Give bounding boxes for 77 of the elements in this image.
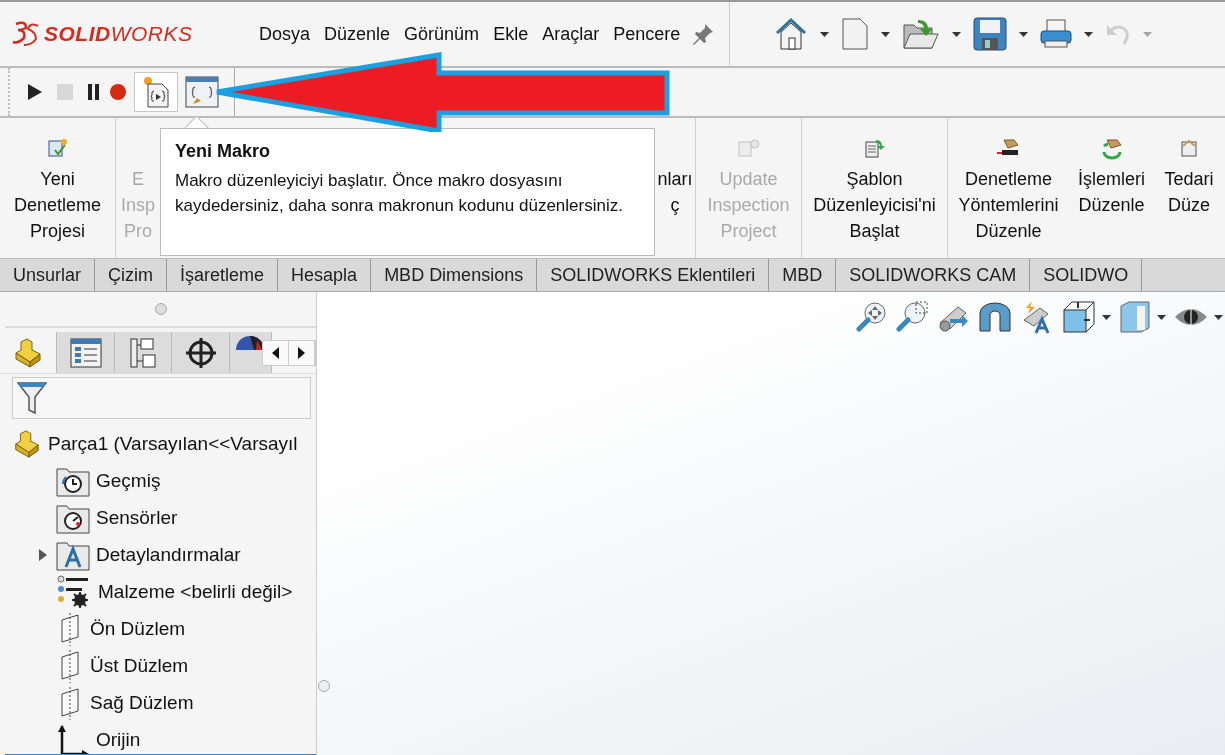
printer-icon (1040, 19, 1073, 49)
folder-icon (902, 17, 941, 51)
caret-icon (881, 31, 891, 37)
print-button[interactable] (1040, 19, 1094, 49)
zoom-fit-icon (856, 301, 888, 333)
menu-item[interactable]: Ekle (486, 23, 536, 45)
logo-icon (12, 20, 40, 48)
document-arrow-icon (863, 138, 886, 158)
new-macro-button[interactable] (134, 72, 178, 112)
ribbon-command[interactable]: Yeni Denetleme Projesi (0, 118, 115, 258)
tree-item[interactable]: Sensörler (96, 506, 178, 529)
new-button[interactable] (841, 17, 891, 51)
menu-item[interactable]: Pencere (606, 23, 688, 45)
part-icon (12, 427, 42, 460)
document-check-icon (46, 138, 69, 158)
play-icon (27, 83, 43, 101)
caret-icon (820, 31, 830, 37)
tree-item[interactable]: Orijin (96, 728, 141, 751)
document-icon (736, 138, 761, 158)
new-macro-icon (141, 75, 171, 109)
hierarchy-icon (129, 336, 158, 369)
menu-item[interactable]: Araçlar (535, 23, 607, 45)
save-icon (973, 17, 1008, 51)
caret-icon (1019, 31, 1029, 37)
expand-arrow-icon[interactable] (39, 548, 47, 561)
caret-icon (1102, 314, 1111, 320)
caliper-icon (995, 138, 1022, 158)
tree-item[interactable]: Parça1 (Varsayılan<<Varsayıl (48, 432, 298, 455)
ribbon-command[interactable]: Tedari Düze (1154, 118, 1224, 258)
ribbon-command[interactable]: Şablon Düzenleyicisi'ni Başlat (801, 118, 947, 258)
filter-icon (17, 381, 47, 416)
record-icon (109, 83, 127, 101)
view-orientation-icon (1062, 300, 1096, 334)
property-list-icon (69, 337, 102, 368)
tree-item[interactable]: Üst Düzlem (90, 654, 189, 677)
scroll-right-button[interactable] (289, 340, 316, 365)
document-icon (1179, 138, 1199, 158)
ribbon-command[interactable]: İşlemleri Düzenle (1069, 118, 1154, 258)
save-button[interactable] (973, 17, 1029, 51)
home-button[interactable] (774, 17, 830, 51)
caret-icon (1157, 314, 1166, 320)
pin-icon[interactable] (691, 22, 716, 46)
tree-item[interactable]: Detaylandırmalar (96, 543, 241, 566)
tree-item[interactable]: Sağ Düzlem (90, 691, 194, 714)
zoom-area-icon (896, 301, 928, 333)
caret-icon (1214, 314, 1223, 320)
tooltip-title: Yeni Makro (175, 141, 272, 162)
crosshair-icon (184, 336, 217, 369)
scroll-left-button[interactable] (263, 340, 290, 365)
tree-item[interactable]: Geçmiş (96, 469, 161, 492)
right-triangle-icon (298, 346, 306, 359)
ribbon-command[interactable]: nları ç (655, 118, 695, 258)
new-document-icon (841, 17, 870, 51)
stop-icon (57, 84, 73, 100)
display-style-dropdown[interactable] (1119, 300, 1166, 334)
menu-item[interactable]: Düzenle (317, 23, 398, 45)
ribbon-command[interactable]: Denetleme Yöntemlerini Düzenle (947, 118, 1069, 258)
caret-icon (1143, 31, 1153, 37)
panel-tab[interactable] (172, 331, 230, 374)
tree-item[interactable]: Ön Düzlem (90, 617, 186, 640)
section-view-icon (978, 301, 1012, 333)
menu-item[interactable]: Görünüm (397, 23, 487, 45)
menu-item[interactable]: Dosya (252, 23, 318, 45)
app-logo-text: SOLIDWORKS (44, 22, 193, 46)
left-triangle-icon (272, 346, 280, 359)
open-button[interactable] (902, 17, 962, 51)
display-style-icon (1119, 300, 1151, 334)
pause-icon (87, 83, 101, 101)
caret-icon (952, 31, 962, 37)
panel-handle[interactable] (154, 302, 167, 315)
tree-item[interactable]: Malzeme <belirli değil> (98, 580, 293, 603)
home-icon (774, 17, 809, 51)
caret-icon (1084, 31, 1094, 37)
tooltip-text: Makro düzenleyiciyi başlatır. Önce makro dosyasını kaydedersiniz, daha sonra makronun kodunu düzenlersiniz. (175, 170, 624, 217)
filter-field[interactable] (12, 377, 311, 419)
edit-macro-icon (185, 76, 219, 108)
view-orientation-dropdown[interactable] (1062, 300, 1111, 334)
